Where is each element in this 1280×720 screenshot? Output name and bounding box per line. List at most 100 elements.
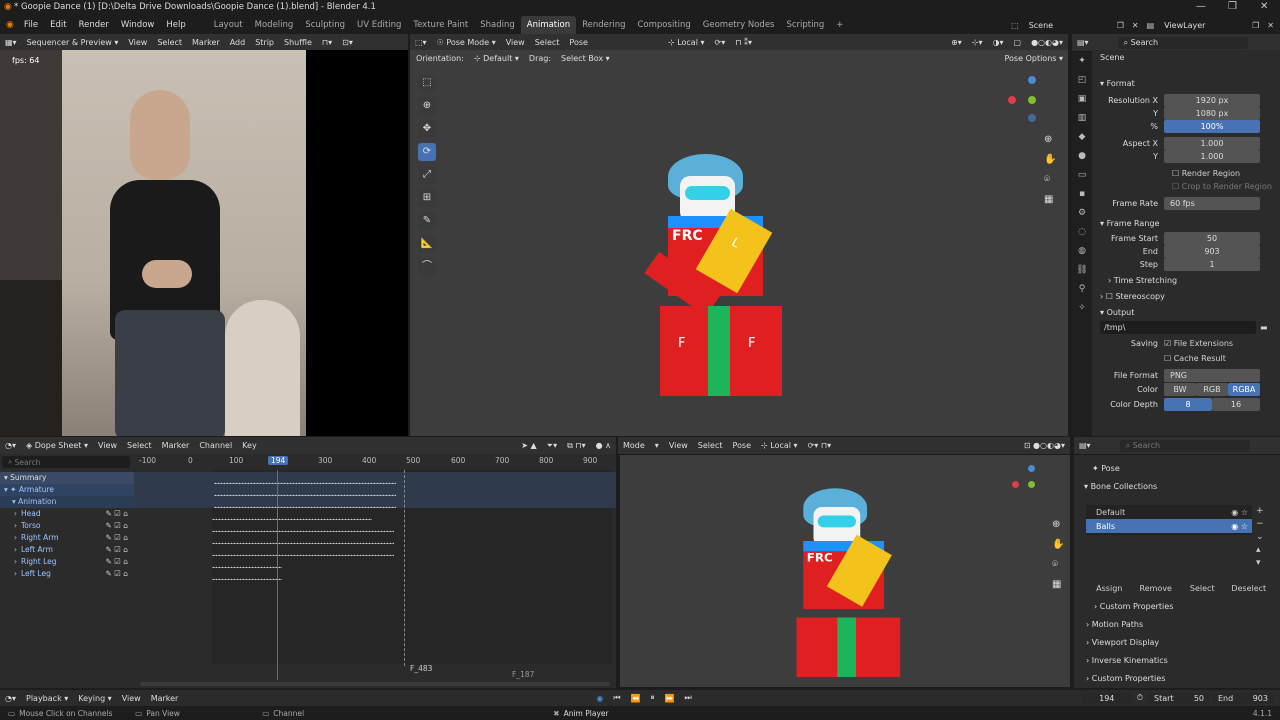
editor-type-icon[interactable]: ▦▾ (0, 38, 22, 47)
character-model[interactable]: FRC L F F (644, 136, 790, 406)
snap-icon[interactable]: ⊓▾ (317, 38, 337, 47)
keyframes-head[interactable] (212, 508, 372, 520)
pan-hand-icon[interactable]: ✋ (1044, 150, 1056, 170)
channel-armature[interactable]: ▾ ✦ Armature (0, 484, 134, 496)
move-down-icon[interactable]: ▾ (1256, 557, 1264, 570)
keyframe-area[interactable]: F_483 F_187 (134, 470, 616, 680)
visibility-eye-icon[interactable]: ◉ ☆ (1231, 508, 1252, 517)
ds-menu-view[interactable]: View (93, 441, 122, 450)
seq-menu-strip[interactable]: Strip (250, 38, 279, 47)
tab-texture-paint[interactable]: Texture Paint (407, 16, 474, 34)
data-tab-icon[interactable]: ⚲ (1072, 280, 1092, 299)
zoom-icon[interactable]: ⊕ (1044, 130, 1056, 150)
bone-panel-editor-icon[interactable]: ▤▾ (1074, 441, 1096, 450)
record-keyframe-icon[interactable]: ◉ (591, 694, 608, 703)
channel-head[interactable]: › Head ✎ ☑ ⌂ (0, 508, 134, 520)
sequencer-mode-dropdown[interactable]: Sequencer & Preview ▾ (22, 38, 124, 47)
tab-compositing[interactable]: Compositing (632, 16, 697, 34)
gizmo-icon[interactable]: ⊹▾ (967, 38, 988, 47)
grid-view-icon[interactable]: ▦ (1044, 190, 1056, 210)
dopesheet-search[interactable]: ⌕ Search (2, 456, 130, 468)
vp2-pivot-icon[interactable]: ⟳▾ ⊓▾ (803, 441, 837, 450)
tl-menu-keying[interactable]: Keying ▾ (73, 694, 116, 703)
object-tab-icon[interactable]: ▪ (1072, 185, 1092, 204)
view-layer-icon[interactable]: ▤ (1143, 21, 1159, 30)
seq-menu-add[interactable]: Add (225, 38, 251, 47)
color-rgb-button[interactable]: RGB (1196, 383, 1228, 396)
move-tool-icon[interactable]: ✥ (418, 120, 436, 138)
menu-edit[interactable]: Edit (44, 16, 72, 34)
vp2-menu-view[interactable]: View (664, 441, 693, 450)
navigation-gizmo-secondary[interactable] (1012, 465, 1052, 505)
scale-tool-icon[interactable]: ⤢ (418, 166, 436, 184)
collection-balls[interactable]: Balls ◉ ☆ (1086, 519, 1252, 533)
color-bw-button[interactable]: BW (1164, 383, 1196, 396)
crop-region-checkbox[interactable]: ☐ (1172, 182, 1182, 191)
render-tab-icon[interactable]: ◰ (1072, 71, 1092, 90)
tool-tab-icon[interactable]: ✦ (1072, 52, 1092, 71)
viewport-editor-type-icon[interactable]: ⬚▾ (410, 38, 432, 47)
bone-tab-icon[interactable]: ✧ (1072, 299, 1092, 318)
keyframes-torso[interactable] (212, 520, 394, 532)
add-collection-icon[interactable]: + (1256, 505, 1264, 518)
add-workspace-icon[interactable]: + (830, 16, 849, 34)
tl-menu-marker[interactable]: Marker (146, 694, 184, 703)
dopesheet-editor-icon[interactable]: ◔▾ (0, 441, 21, 450)
tab-layout[interactable]: Layout (208, 16, 249, 34)
only-selected-icon[interactable]: ➤ ▲ (516, 441, 541, 450)
vp-menu-view[interactable]: View (501, 38, 530, 47)
pose-options-dropdown[interactable]: Pose Options ▾ (1000, 54, 1069, 63)
start-frame-field[interactable]: Start 50 (1148, 692, 1210, 704)
custom-properties-section[interactable]: › Custom Properties (1086, 671, 1165, 687)
xray-icon[interactable]: ▢ (1009, 38, 1027, 47)
marker-f-483[interactable]: F_483 (410, 664, 432, 673)
remove-button[interactable]: Remove (1133, 584, 1180, 593)
bone-collections-section[interactable]: ▾ Bone Collections (1074, 479, 1280, 495)
vp2-menu-pose[interactable]: Pose (727, 441, 756, 450)
output-path-field[interactable]: /tmp\ (1100, 321, 1256, 334)
frame-start-field[interactable]: 50 (1164, 232, 1260, 245)
world-tab-icon[interactable]: ● (1072, 147, 1092, 166)
blender-menu-icon[interactable]: ◉ (0, 20, 18, 30)
resolution-y-field[interactable]: 1080 px (1164, 107, 1260, 120)
view-layer-tab-icon[interactable]: ▥ (1072, 109, 1092, 128)
channel-toggles-icon[interactable]: ✎ ☑ ⌂ (105, 568, 134, 580)
frame-ruler[interactable]: -100 0 100 194 300 400 500 600 700 800 9… (134, 456, 616, 468)
file-format-dropdown[interactable]: PNG (1164, 369, 1260, 382)
tab-shading[interactable]: Shading (474, 16, 521, 34)
end-frame-field[interactable]: End 903 (1212, 692, 1274, 704)
output-section[interactable]: ▾ Output (1092, 305, 1280, 321)
camera-icon[interactable]: ⌾ (1052, 555, 1064, 575)
frame-end-field[interactable]: 903 (1164, 245, 1260, 258)
channel-right-arm[interactable]: › Right Arm ✎ ☑ ⌂ (0, 532, 134, 544)
camera-icon[interactable]: ⌾ (1044, 170, 1056, 190)
remove-scene-icon[interactable]: ✕ (1128, 21, 1143, 30)
scene-icon[interactable]: ⬚ (1007, 21, 1023, 30)
resolution-x-field[interactable]: 1920 px (1164, 94, 1260, 107)
properties-search[interactable]: ⌕ Search (1117, 36, 1248, 49)
custom-properties-subsection[interactable]: › Custom Properties (1094, 599, 1173, 615)
frame-step-field[interactable]: 1 (1164, 258, 1260, 271)
filter-icon[interactable]: ⏷▾ (542, 441, 562, 451)
seq-menu-select[interactable]: Select (152, 38, 187, 47)
channel-toggles-icon[interactable]: ✎ ☑ ⌂ (105, 532, 134, 544)
dopesheet-mode-dropdown[interactable]: ◈ Dope Sheet ▾ (21, 441, 93, 450)
sequencer-preview[interactable]: fps: 64 (0, 50, 306, 436)
depth-16-button[interactable]: 16 (1212, 398, 1260, 411)
orientation-dropdown[interactable]: ⊹ Default ▾ (469, 54, 524, 63)
visibility-eye-icon[interactable]: ◉ ☆ (1231, 522, 1252, 531)
vp2-transform-dropdown[interactable]: ⊹ Local ▾ (756, 441, 803, 450)
tab-sculpting[interactable]: Sculpting (299, 16, 351, 34)
frame-range-section[interactable]: ▾ Frame Range (1092, 216, 1280, 232)
depth-8-button[interactable]: 8 (1164, 398, 1212, 411)
ds-menu-select[interactable]: Select (122, 441, 157, 450)
deselect-button[interactable]: Deselect (1226, 584, 1273, 593)
collection-default[interactable]: Default ◉ ☆ (1086, 505, 1252, 519)
keyframes-right-arm[interactable] (212, 532, 394, 544)
modifier-tab-icon[interactable]: ⚙ (1072, 204, 1092, 223)
constraints-tab-icon[interactable]: ⛓ (1072, 261, 1092, 280)
view-layer-selector[interactable]: ViewLayer (1158, 19, 1249, 31)
ds-menu-marker[interactable]: Marker (157, 441, 195, 450)
keyframes-summary[interactable] (214, 472, 396, 484)
channel-toggles-icon[interactable]: ✎ ☑ ⌂ (105, 556, 134, 568)
